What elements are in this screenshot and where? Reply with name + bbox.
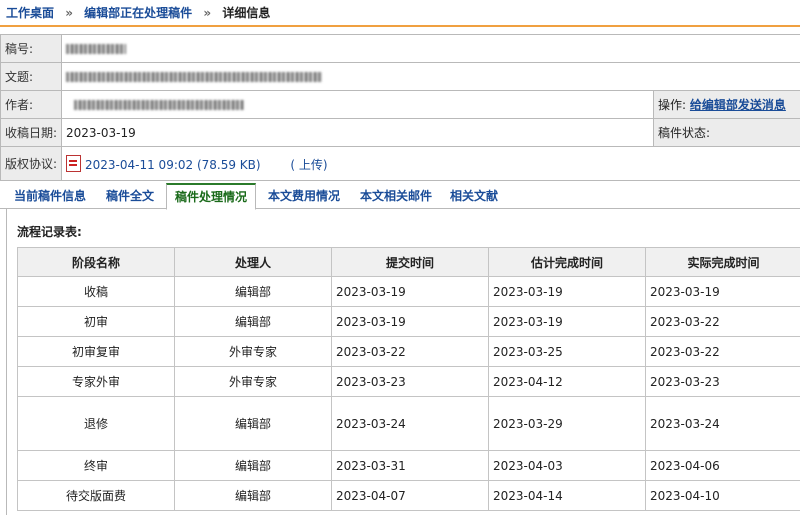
submit-time-cell: 2023-04-07 bbox=[331, 480, 489, 511]
received-date-value: 2023-03-19 bbox=[61, 118, 654, 147]
operation-cell: 操作: 给编辑部发送消息 bbox=[653, 90, 800, 119]
stage-cell: 终审 bbox=[17, 450, 175, 481]
actual-time-cell: 2023-03-23 bbox=[645, 366, 800, 397]
upload-link[interactable]: ( 上传) bbox=[290, 158, 327, 172]
table-row: 终审 编辑部 2023-03-31 2023-04-03 2023-04-06 bbox=[17, 450, 800, 481]
author-value bbox=[61, 90, 654, 119]
estimated-time-cell: 2023-03-29 bbox=[488, 396, 646, 451]
processing-panel: 流程记录表: 阶段名称 处理人 提交时间 估计完成时间 实际完成时间 收稿 编辑… bbox=[6, 209, 800, 515]
copyright-label: 版权协议: bbox=[0, 146, 62, 181]
tab-related-literature[interactable]: 相关文献 bbox=[450, 184, 498, 209]
operation-label: 操作: bbox=[658, 98, 687, 112]
estimated-time-cell: 2023-03-19 bbox=[488, 276, 646, 307]
estimated-time-cell: 2023-03-19 bbox=[488, 306, 646, 337]
flow-header-row: 阶段名称 处理人 提交时间 估计完成时间 实际完成时间 bbox=[17, 247, 800, 277]
column-header-submit-time: 提交时间 bbox=[331, 247, 489, 277]
breadcrumb: 工作桌面 » 编辑部正在处理稿件 » 详细信息 bbox=[0, 0, 800, 27]
table-row: 初审 编辑部 2023-03-19 2023-03-19 2023-03-22 bbox=[17, 306, 800, 337]
actual-time-cell: 2023-03-24 bbox=[645, 396, 800, 451]
estimated-time-cell: 2023-03-25 bbox=[488, 336, 646, 367]
breadcrumb-processing-link[interactable]: 编辑部正在处理稿件 bbox=[84, 6, 192, 20]
manuscript-no-value bbox=[61, 34, 800, 63]
column-header-actual-time: 实际完成时间 bbox=[645, 247, 800, 277]
breadcrumb-workspace-link[interactable]: 工作桌面 bbox=[6, 6, 54, 20]
actual-time-cell: 2023-04-10 bbox=[645, 480, 800, 511]
actual-time-cell: 2023-04-06 bbox=[645, 450, 800, 481]
submit-time-cell: 2023-03-19 bbox=[331, 276, 489, 307]
estimated-time-cell: 2023-04-12 bbox=[488, 366, 646, 397]
tab-fees[interactable]: 本文费用情况 bbox=[268, 184, 340, 209]
handler-cell: 编辑部 bbox=[174, 480, 332, 511]
title-value bbox=[61, 62, 800, 91]
stage-cell: 收稿 bbox=[17, 276, 175, 307]
estimated-time-cell: 2023-04-03 bbox=[488, 450, 646, 481]
table-row: 初审复审 外审专家 2023-03-22 2023-03-25 2023-03-… bbox=[17, 336, 800, 367]
estimated-time-cell: 2023-04-14 bbox=[488, 480, 646, 511]
column-header-stage: 阶段名称 bbox=[17, 247, 175, 277]
breadcrumb-separator: » bbox=[65, 6, 73, 20]
redacted-text bbox=[74, 100, 244, 110]
title-label: 文题: bbox=[0, 62, 62, 91]
tab-bar: 当前稿件信息 稿件全文 稿件处理情况 本文费用情况 本文相关邮件 相关文献 bbox=[0, 181, 800, 210]
tab-full-text[interactable]: 稿件全文 bbox=[106, 184, 154, 209]
submit-time-cell: 2023-03-24 bbox=[331, 396, 489, 451]
actual-time-cell: 2023-03-22 bbox=[645, 336, 800, 367]
breadcrumb-separator: » bbox=[203, 6, 212, 20]
send-message-link[interactable]: 给编辑部发送消息 bbox=[690, 98, 786, 112]
stage-cell: 初审复审 bbox=[17, 336, 175, 367]
handler-cell: 编辑部 bbox=[174, 306, 332, 337]
submit-time-cell: 2023-03-31 bbox=[331, 450, 489, 481]
handler-cell: 编辑部 bbox=[174, 450, 332, 481]
copyright-value: 2023-04-11 09:02 (78.59 KB) ( 上传) bbox=[61, 146, 800, 181]
pdf-file-icon[interactable] bbox=[66, 154, 81, 172]
column-header-estimated-time: 估计完成时间 bbox=[488, 247, 646, 277]
table-row: 专家外审 外审专家 2023-03-23 2023-04-12 2023-03-… bbox=[17, 366, 800, 397]
table-row: 待交版面费 编辑部 2023-04-07 2023-04-14 2023-04-… bbox=[17, 480, 800, 511]
author-label: 作者: bbox=[0, 90, 62, 119]
actual-time-cell: 2023-03-19 bbox=[645, 276, 800, 307]
column-header-handler: 处理人 bbox=[174, 247, 332, 277]
handler-cell: 外审专家 bbox=[174, 336, 332, 367]
redacted-text bbox=[66, 72, 322, 82]
submit-time-cell: 2023-03-19 bbox=[331, 306, 489, 337]
handler-cell: 编辑部 bbox=[174, 276, 332, 307]
breadcrumb-current: 详细信息 bbox=[222, 6, 271, 20]
tab-processing-status[interactable]: 稿件处理情况 bbox=[166, 183, 257, 210]
stage-cell: 初审 bbox=[17, 306, 175, 337]
handler-cell: 外审专家 bbox=[174, 366, 332, 397]
stage-cell: 退修 bbox=[17, 396, 175, 451]
submit-time-cell: 2023-03-23 bbox=[331, 366, 489, 397]
submit-time-cell: 2023-03-22 bbox=[331, 336, 489, 367]
copyright-file-link[interactable]: 2023-04-11 09:02 (78.59 KB) bbox=[85, 158, 261, 172]
table-row: 退修 编辑部 2023-03-24 2023-03-29 2023-03-24 bbox=[17, 396, 800, 451]
redacted-text bbox=[66, 44, 126, 54]
manuscript-info-table: 稿号: 文题: 作者: 操作: 给编辑部发送消息 收稿日期: 2023-03-1… bbox=[0, 34, 800, 181]
manuscript-no-label: 稿号: bbox=[0, 34, 62, 63]
table-row: 收稿 编辑部 2023-03-19 2023-03-19 2023-03-19 bbox=[17, 276, 800, 307]
flow-record-table: 阶段名称 处理人 提交时间 估计完成时间 实际完成时间 收稿 编辑部 2023-… bbox=[17, 247, 800, 511]
handler-cell: 编辑部 bbox=[174, 396, 332, 451]
tab-current-manuscript-info[interactable]: 当前稿件信息 bbox=[14, 184, 86, 209]
flow-table-title: 流程记录表: bbox=[17, 225, 82, 239]
stage-cell: 待交版面费 bbox=[17, 480, 175, 511]
received-date-label: 收稿日期: bbox=[0, 118, 62, 147]
stage-cell: 专家外审 bbox=[17, 366, 175, 397]
tab-related-mail[interactable]: 本文相关邮件 bbox=[360, 184, 432, 209]
actual-time-cell: 2023-03-22 bbox=[645, 306, 800, 337]
status-label: 稿件状态: bbox=[653, 118, 800, 147]
